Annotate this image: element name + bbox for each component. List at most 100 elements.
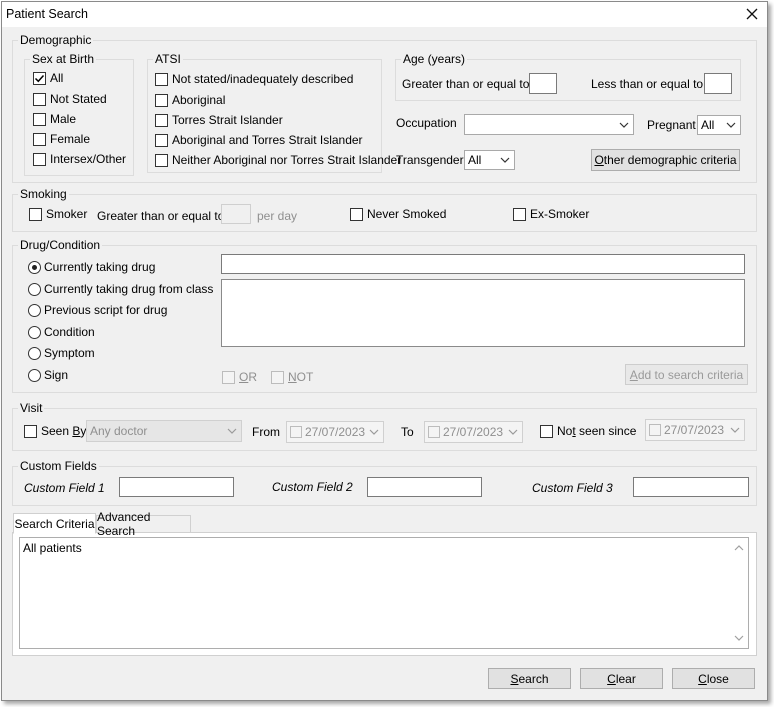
title-bar: Patient Search bbox=[2, 2, 767, 27]
checkbox-box bbox=[155, 93, 168, 107]
smoker-checkbox[interactable]: Smoker bbox=[29, 207, 87, 221]
smoking-per-day-input[interactable] bbox=[221, 204, 251, 224]
clear-button-label: Clear bbox=[607, 671, 636, 686]
add-to-search-criteria-button[interactable]: Add to search criteria bbox=[625, 364, 748, 385]
age-gte-input[interactable] bbox=[529, 73, 557, 94]
from-date-picker[interactable]: 27/07/2023 bbox=[286, 421, 384, 443]
search-button[interactable]: Search bbox=[488, 668, 571, 689]
chevron-up-icon[interactable] bbox=[734, 545, 744, 551]
sex-female-checkbox[interactable]: Female bbox=[33, 132, 90, 146]
atsi-not-stated-label: Not stated/inadequately described bbox=[172, 72, 354, 86]
never-smoked-checkbox[interactable]: Never Smoked bbox=[350, 207, 446, 221]
pregnant-select[interactable]: All bbox=[697, 115, 741, 135]
checkbox-box bbox=[155, 113, 168, 127]
occupation-select[interactable] bbox=[464, 114, 634, 135]
age-lte-input[interactable] bbox=[704, 73, 732, 94]
transgender-select[interactable]: All bbox=[464, 150, 515, 170]
chevron-down-icon bbox=[508, 429, 518, 435]
custom-fields-legend: Custom Fields bbox=[18, 459, 99, 473]
doctor-select[interactable]: Any doctor bbox=[86, 420, 242, 442]
close-button[interactable]: Close bbox=[672, 668, 755, 689]
radio-previous-script[interactable]: Previous script for drug bbox=[28, 303, 167, 317]
radio-drug-from-class[interactable]: Currently taking drug from class bbox=[28, 282, 213, 296]
or-checkbox[interactable]: OR bbox=[222, 370, 257, 384]
other-demographic-button[interactable]: Other demographic criteria bbox=[591, 149, 740, 171]
pregnant-label: Pregnant bbox=[647, 118, 696, 132]
radio-sign[interactable]: Sign bbox=[28, 368, 68, 382]
close-icon[interactable] bbox=[745, 5, 759, 23]
other-demographic-label: Other demographic criteria bbox=[594, 153, 737, 167]
checkbox-box bbox=[29, 207, 42, 221]
previous-script-label: Previous script for drug bbox=[44, 303, 168, 317]
to-date-picker[interactable]: 27/07/2023 bbox=[424, 421, 523, 443]
sex-not-stated-label: Not Stated bbox=[50, 92, 107, 106]
radio-icon bbox=[28, 325, 41, 339]
atsi-neither-checkbox[interactable]: Neither Aboriginal nor Torres Strait Isl… bbox=[155, 153, 401, 167]
atsi-both-checkbox[interactable]: Aboriginal and Torres Strait Islander bbox=[155, 133, 363, 147]
transgender-label: Transgender bbox=[396, 153, 464, 167]
tab-advanced-search[interactable]: Advanced Search bbox=[96, 510, 191, 538]
sex-all-checkbox[interactable]: All bbox=[33, 71, 63, 85]
doctor-value: Any doctor bbox=[90, 424, 148, 438]
radio-currently-taking-drug[interactable]: Currently taking drug bbox=[28, 260, 155, 274]
chevron-down-icon bbox=[726, 122, 736, 128]
age-legend: Age (years) bbox=[401, 52, 468, 66]
chevron-down-icon[interactable] bbox=[734, 635, 744, 641]
not-seen-since-label: Not seen since bbox=[557, 424, 637, 438]
from-label: From bbox=[252, 425, 280, 439]
atsi-neither-label: Neither Aboriginal nor Torres Strait Isl… bbox=[172, 153, 402, 167]
atsi-tsi-label: Torres Strait Islander bbox=[172, 113, 283, 127]
clear-button[interactable]: Clear bbox=[580, 668, 663, 689]
radio-condition[interactable]: Condition bbox=[28, 325, 95, 339]
sex-intersex-checkbox[interactable]: Intersex/Other bbox=[33, 152, 126, 166]
seen-by-checkbox[interactable]: Seen By bbox=[24, 424, 86, 438]
drug-search-input[interactable] bbox=[221, 254, 745, 274]
checkbox-box bbox=[271, 370, 284, 384]
tab-search-criteria[interactable]: Search Criteria bbox=[13, 513, 96, 534]
per-day-label: per day bbox=[257, 209, 298, 223]
not-seen-date-picker[interactable]: 27/07/2023 bbox=[645, 419, 745, 441]
atsi-aboriginal-label: Aboriginal bbox=[172, 93, 226, 107]
close-button-label: Close bbox=[698, 671, 729, 686]
condition-label: Condition bbox=[44, 325, 95, 339]
to-date-value: 27/07/2023 bbox=[443, 425, 504, 439]
sex-not-stated-checkbox[interactable]: Not Stated bbox=[33, 92, 107, 106]
from-date-value: 27/07/2023 bbox=[305, 425, 366, 439]
never-smoked-label: Never Smoked bbox=[367, 207, 447, 221]
smoking-legend: Smoking bbox=[18, 187, 69, 201]
not-seen-since-checkbox[interactable]: Not seen since bbox=[540, 424, 636, 438]
checkbox-box bbox=[290, 426, 302, 438]
scrollbar[interactable] bbox=[731, 538, 748, 648]
custom-field-2-label: Custom Field 2 bbox=[272, 480, 353, 494]
criteria-text: All patients bbox=[23, 541, 82, 555]
search-criteria-textarea[interactable]: All patients bbox=[19, 537, 749, 649]
checkbox-box bbox=[428, 426, 440, 438]
add-to-search-criteria-label: Add to search criteria bbox=[629, 367, 744, 382]
custom-field-3-input[interactable] bbox=[633, 477, 749, 497]
custom-field-2-input[interactable] bbox=[367, 477, 482, 497]
sex-male-checkbox[interactable]: Male bbox=[33, 112, 76, 126]
sex-female-label: Female bbox=[50, 132, 91, 146]
ex-smoker-checkbox[interactable]: Ex-Smoker bbox=[513, 207, 589, 221]
visit-legend: Visit bbox=[18, 401, 45, 415]
demographic-legend: Demographic bbox=[18, 33, 94, 47]
not-seen-date-value: 27/07/2023 bbox=[664, 423, 725, 437]
chevron-down-icon bbox=[369, 429, 379, 435]
atsi-aboriginal-checkbox[interactable]: Aboriginal bbox=[155, 93, 225, 107]
to-label: To bbox=[401, 425, 414, 439]
checkbox-box bbox=[24, 424, 37, 438]
drug-results-list[interactable] bbox=[221, 279, 745, 347]
radio-symptom[interactable]: Symptom bbox=[28, 346, 95, 360]
drug-from-class-label: Currently taking drug from class bbox=[44, 282, 214, 296]
sign-label: Sign bbox=[44, 368, 69, 382]
atsi-both-label: Aboriginal and Torres Strait Islander bbox=[172, 133, 363, 147]
atsi-tsi-checkbox[interactable]: Torres Strait Islander bbox=[155, 113, 283, 127]
search-button-label: Search bbox=[510, 671, 549, 686]
atsi-legend: ATSI bbox=[153, 52, 183, 66]
atsi-not-stated-checkbox[interactable]: Not stated/inadequately described bbox=[155, 72, 353, 86]
custom-field-1-input[interactable] bbox=[119, 477, 234, 497]
not-checkbox[interactable]: NOT bbox=[271, 370, 313, 384]
checkbox-box bbox=[513, 207, 526, 221]
checkbox-box bbox=[155, 133, 168, 147]
checkbox-box bbox=[649, 424, 661, 436]
